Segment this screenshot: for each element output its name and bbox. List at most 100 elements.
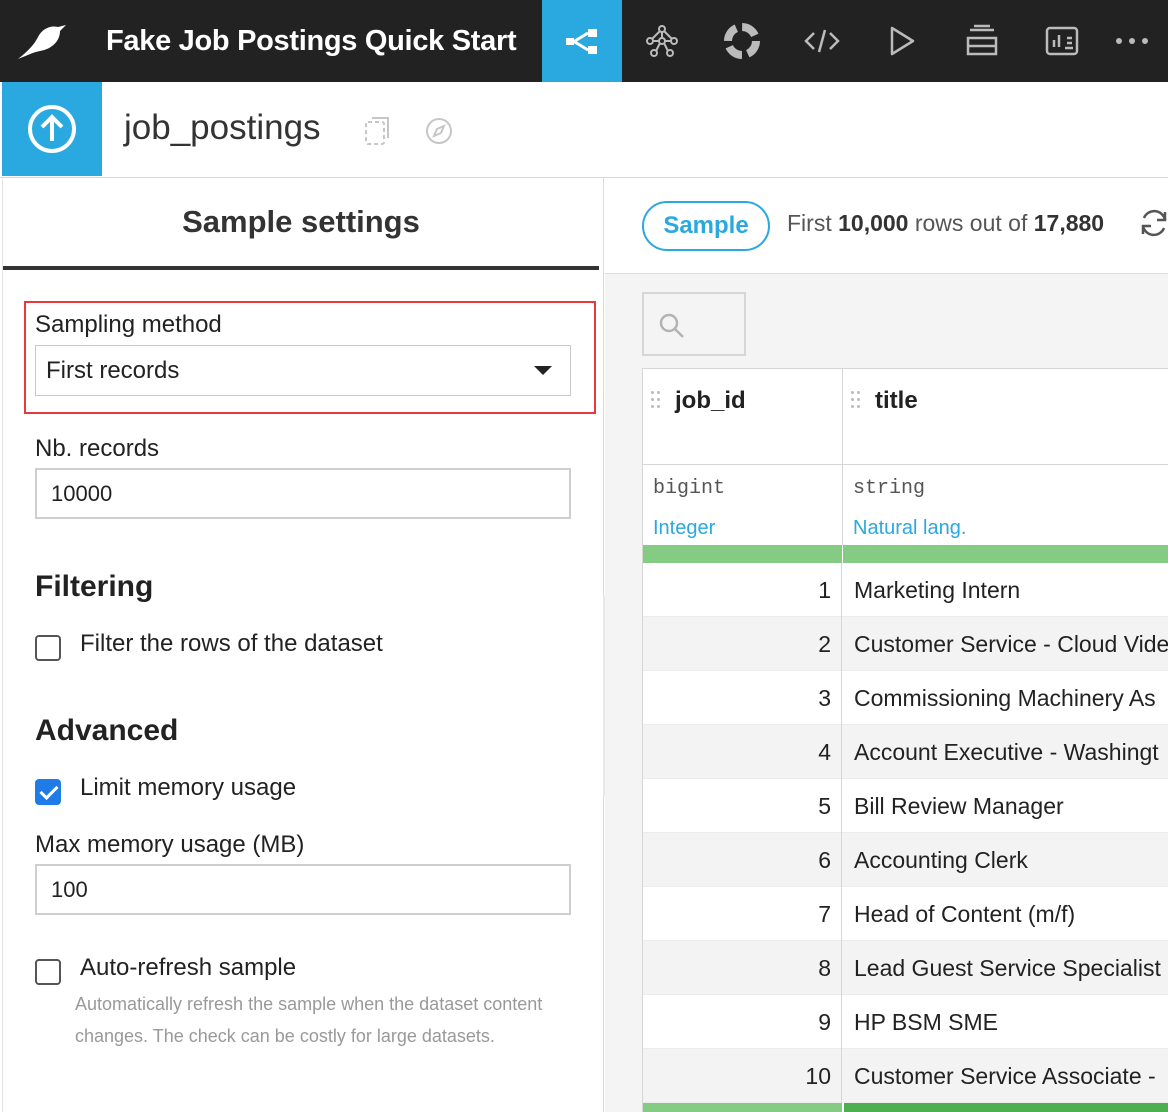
storage-type: bigint [653,477,726,500]
sampling-method-value: First records [46,357,180,384]
cell-job-id-value: 7 [818,901,831,927]
cell-title[interactable]: Lead Guest Service Specialist [854,955,1161,982]
sample-info-bar: Sample First 10,000 rows out of 17,880 [605,178,1168,274]
column-name: job_id [675,387,746,414]
refresh-icon[interactable] [1139,208,1168,243]
nb-records-label: Nb. records [35,435,160,462]
data-table: job_id title bigint Integer string Natur… [642,368,1168,1112]
table-row[interactable]: 2 Customer Service - Cloud Vide [643,617,1168,671]
bird-logo-icon[interactable] [0,0,82,82]
filtering-title: Filtering [35,570,154,603]
cell-job-id-value: 2 [818,631,831,657]
limit-memory-checkbox[interactable] [35,779,61,805]
cell-job-id[interactable]: 7 [643,887,842,941]
table-row[interactable]: 5 Bill Review Manager [643,779,1168,833]
cell-job-id[interactable]: 4 [643,725,842,779]
cell-job-id-value: 10 [805,1063,831,1089]
lab-icon[interactable] [622,0,702,82]
help-ring-icon[interactable] [702,0,782,82]
limit-memory-label[interactable]: Limit memory usage [80,774,296,802]
max-memory-input[interactable] [35,864,571,915]
bottom-validity-bar [643,1103,842,1112]
caret-down-icon [534,366,552,375]
copy-icon[interactable] [364,116,390,151]
cell-title[interactable]: Customer Service Associate - [854,1063,1156,1090]
cell-job-id[interactable]: 9 [643,995,842,1049]
cell-job-id[interactable]: 3 [643,671,842,725]
table-row[interactable]: 8 Lead Guest Service Specialist [643,941,1168,995]
filter-rows-checkbox[interactable] [35,635,61,661]
cell-job-id[interactable]: 5 [643,779,842,833]
meaning-type[interactable]: Natural lang. [853,517,966,540]
table-row[interactable]: 10 Customer Service Associate - [643,1049,1168,1103]
sample-settings-panel: Sample settings Sampling method First re… [2,178,604,1112]
max-memory-label: Max memory usage (MB) [35,831,305,858]
sample-badge-button[interactable]: Sample [642,201,770,251]
column-search-box[interactable] [642,292,746,356]
cell-title[interactable]: Account Executive - Washingt [854,739,1159,766]
cell-title[interactable]: HP BSM SME [854,1009,998,1036]
cell-title[interactable]: Customer Service - Cloud Vide [854,631,1168,658]
data-preview-panel: Sample First 10,000 rows out of 17,880 j… [605,178,1168,1112]
column-meta-job-id: bigint Integer [643,465,843,545]
cell-job-id-value: 4 [818,739,831,765]
cell-job-id-value: 3 [818,685,831,711]
column-name: title [875,387,918,414]
table-row[interactable]: 6 Accounting Clerk [643,833,1168,887]
filter-rows-label[interactable]: Filter the rows of the dataset [80,630,383,658]
table-row[interactable]: 1 Marketing Intern [643,563,1168,617]
sample-info-rows: 10,000 [838,210,909,236]
cell-job-id[interactable]: 2 [643,617,842,671]
column-header-job-id[interactable]: job_id [643,369,843,465]
sample-info-total: 17,880 [1033,210,1105,236]
cell-job-id-value: 1 [818,577,831,603]
cell-job-id-value: 6 [818,847,831,873]
cell-job-id[interactable]: 6 [643,833,842,887]
validity-bar[interactable] [843,545,1168,563]
dataset-header: job_postings [0,82,1168,178]
sample-row-count: First 10,000 rows out of 17,880 [787,210,1104,237]
cell-job-id-value: 5 [818,793,831,819]
column-meta-title: string Natural lang. [843,465,1168,545]
run-icon[interactable] [862,0,942,82]
dataset-name[interactable]: job_postings [124,108,321,148]
tab-sample-settings-label: Sample settings [182,204,420,239]
upload-icon [2,82,102,176]
sampling-method-select[interactable]: First records [35,345,571,396]
sample-info-middle: rows out of [914,210,1028,236]
code-icon[interactable] [782,0,862,82]
cell-job-id[interactable]: 1 [643,563,842,617]
compass-icon[interactable] [424,116,454,151]
cell-job-id[interactable]: 8 [643,941,842,995]
table-row[interactable]: 9 HP BSM SME [643,995,1168,1049]
cell-title[interactable]: Accounting Clerk [854,847,1028,874]
flow-icon[interactable] [542,0,622,82]
project-title[interactable]: Fake Job Postings Quick Start [106,25,542,58]
table-row[interactable]: 7 Head of Content (m/f) [643,887,1168,941]
auto-refresh-label[interactable]: Auto-refresh sample [80,954,296,982]
dashboard-icon[interactable] [1022,0,1102,82]
auto-refresh-checkbox[interactable] [35,959,61,985]
sampling-method-label: Sampling method [35,311,222,338]
meaning-type[interactable]: Integer [653,517,715,540]
table-row[interactable]: 3 Commissioning Machinery As [643,671,1168,725]
cell-title[interactable]: Marketing Intern [854,577,1020,604]
cell-job-id[interactable]: 10 [643,1049,842,1103]
cell-title[interactable]: Commissioning Machinery As [854,685,1156,712]
nb-records-input[interactable] [35,468,571,519]
sample-info-prefix: First [787,210,832,236]
stack-icon[interactable] [942,0,1022,82]
cell-title[interactable]: Bill Review Manager [854,793,1064,820]
more-icon[interactable] [1102,0,1162,82]
tab-sample-settings[interactable]: Sample settings [3,178,599,270]
validity-bar[interactable] [643,545,843,563]
storage-type: string [853,477,926,500]
column-header-title[interactable]: title [843,369,1168,465]
cell-job-id-value: 9 [818,1009,831,1035]
top-navbar: Fake Job Postings Quick Start [0,0,1168,82]
drag-dots-icon[interactable] [851,391,861,409]
table-row[interactable]: 4 Account Executive - Washingt [643,725,1168,779]
drag-dots-icon[interactable] [651,391,661,409]
cell-title[interactable]: Head of Content (m/f) [854,901,1075,928]
cell-job-id-value: 8 [818,955,831,981]
